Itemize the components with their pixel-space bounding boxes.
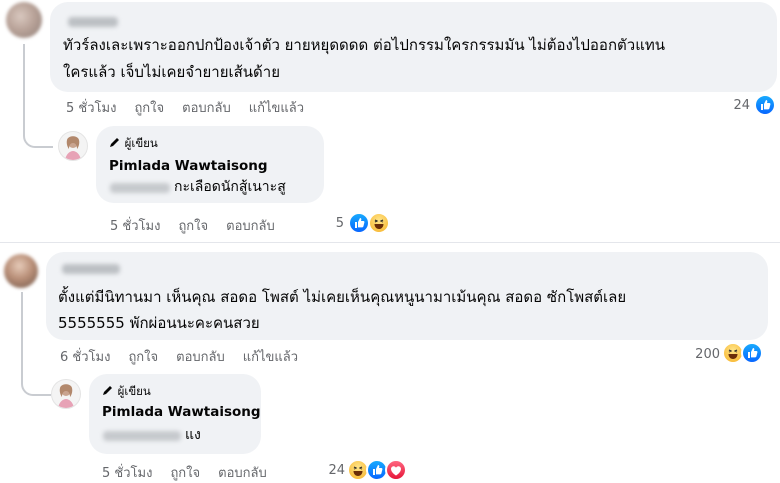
author-avatar[interactable] [58, 131, 88, 161]
comment-bubble: ตั้งแต่มีนิทานมา เห็นคุณ สอดอ โพสต์ ไม่เ… [46, 252, 768, 340]
reply-reaction-count[interactable]: 24 [325, 463, 345, 478]
reply-actions: 5 ชั่วโมง ถูกใจ ตอบกลับ [110, 215, 293, 236]
reply-button[interactable]: ตอบกลับ [182, 97, 231, 118]
comment-text-line-2: 5555555 พักผ่อนนะคะคนสวย [58, 314, 260, 332]
pen-icon [103, 386, 112, 395]
comment-text-line-2: ใครแล้ว เจ็บไม่เคยจำยายเส้นด้าย [63, 63, 280, 81]
reply-text: แง [185, 427, 201, 443]
author-badge: ผู้เขียน [109, 135, 158, 153]
comment-divider [0, 242, 780, 243]
comment-actions: 6 ชั่วโมง ถูกใจ ตอบกลับ แก้ไขแล้ว [60, 346, 316, 367]
reply-button[interactable]: ตอบกลับ [176, 346, 225, 367]
comment-time[interactable]: 5 ชั่วโมง [66, 97, 116, 118]
thread-connector [23, 118, 53, 148]
reaction-count[interactable]: 200 [690, 347, 720, 362]
like-button[interactable]: ถูกใจ [134, 97, 164, 118]
reply-reply-button[interactable]: ตอบกลับ [226, 215, 275, 236]
commenter-avatar[interactable] [6, 2, 42, 38]
mention-blurred[interactable] [103, 431, 181, 441]
commenter-name-blurred[interactable] [68, 17, 118, 27]
author-badge-label: ผู้เขียน [124, 136, 158, 150]
reply-bubble: ผู้เขียน Pimlada Wawtaisong กะเลือดนักสู… [96, 126, 324, 203]
comment-text-line-1: ตั้งแต่มีนิทานมา เห็นคุณ สอดอ โพสต์ ไม่เ… [58, 288, 627, 306]
thread-connector [21, 366, 51, 396]
love-reaction-icon[interactable] [385, 459, 407, 481]
author-badge: ผู้เขียน [102, 383, 151, 401]
commenter-name-blurred[interactable] [62, 264, 120, 274]
reaction-count[interactable]: 24 [728, 98, 750, 113]
like-reaction-icon[interactable] [754, 94, 776, 116]
edited-label: แก้ไขแล้ว [248, 101, 305, 116]
comment-bubble: ทัวร์ลงเละเพราะออกปกป้องเจ้าตัว ยายหยุดด… [50, 2, 777, 92]
comment-text-line-1: ทัวร์ลงเละเพราะออกปกป้องเจ้าตัว ยายหยุดด… [63, 36, 665, 54]
pen-icon [110, 138, 119, 147]
reply-author-name[interactable]: Pimlada Wawtaisong [109, 158, 268, 174]
thread-line [21, 292, 23, 372]
comment-actions: 5 ชั่วโมง ถูกใจ ตอบกลับ แก้ไขแล้ว [66, 97, 322, 118]
haha-reaction-icon[interactable] [368, 212, 390, 234]
reply-text: กะเลือดนักสู้เนาะสู [174, 179, 286, 195]
like-reaction-icon[interactable] [741, 342, 763, 364]
like-reaction-icon[interactable] [348, 212, 370, 234]
author-avatar[interactable] [51, 379, 81, 409]
reply-time[interactable]: 5 ชั่วโมง [110, 215, 160, 236]
like-button[interactable]: ถูกใจ [128, 346, 158, 367]
reply-reaction-count[interactable]: 5 [330, 216, 344, 231]
reply-like-button[interactable]: ถูกใจ [178, 215, 208, 236]
comment-time[interactable]: 6 ชั่วโมง [60, 346, 110, 367]
edited-label: แก้ไขแล้ว [242, 350, 299, 365]
commenter-avatar[interactable] [4, 254, 38, 288]
thread-line [23, 44, 25, 124]
reply-bubble: ผู้เขียน Pimlada Wawtaisong แง [89, 374, 261, 454]
author-badge-label: ผู้เขียน [117, 384, 151, 398]
reply-author-name[interactable]: Pimlada Wawtaisong [102, 404, 261, 420]
mention-blurred[interactable] [110, 183, 170, 193]
